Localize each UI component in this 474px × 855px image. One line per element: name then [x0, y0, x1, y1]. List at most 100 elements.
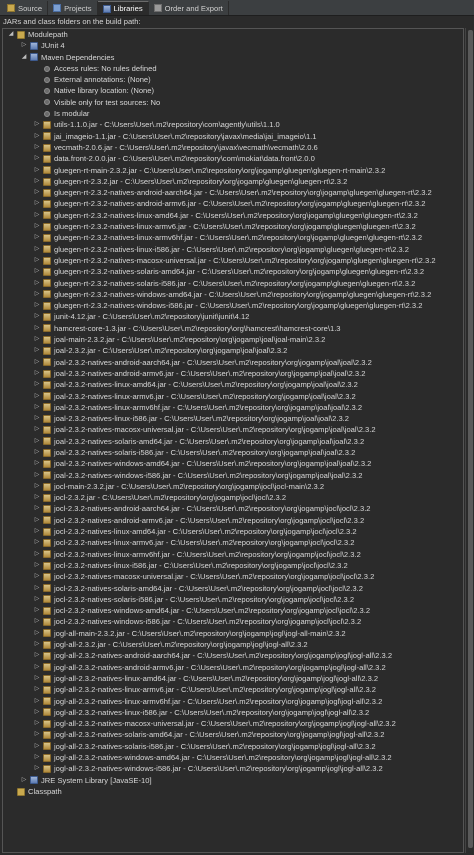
collapsed-arrow-icon[interactable]: ▷	[33, 550, 41, 558]
collapsed-arrow-icon[interactable]: ▷	[33, 347, 41, 355]
tree-row[interactable]: ▷ jocl-2.3.2-natives-windows-amd64.jar - …	[3, 605, 463, 616]
tree-row[interactable]: ▷ utils-1.1.0.jar - C:\Users\User\.m2\rep…	[3, 119, 463, 130]
tree-row[interactable]: ▷ jocl-2.3.2-natives-linux-armv6.jar - C:…	[3, 537, 463, 548]
collapsed-arrow-icon[interactable]: ▷	[33, 528, 41, 536]
tree-attribute-row[interactable]: External annotations: (None)	[3, 74, 463, 85]
collapsed-arrow-icon[interactable]: ▷	[33, 483, 41, 491]
collapsed-arrow-icon[interactable]: ▷	[33, 403, 41, 411]
tree-row[interactable]: ▷ joal-2.3.2.jar - C:\Users\User\.m2\repo…	[3, 345, 463, 356]
tree-row[interactable]: ▷ gluegen-rt-2.3.2-natives-linux-amd64.ja…	[3, 210, 463, 221]
collapsed-arrow-icon[interactable]: ▷	[33, 189, 41, 197]
tree-row[interactable]: ▷ gluegen-rt-2.3.2-natives-solaris-i586.j…	[3, 278, 463, 289]
collapsed-arrow-icon[interactable]: ▷	[33, 178, 41, 186]
collapsed-arrow-icon[interactable]: ▷	[33, 494, 41, 502]
collapsed-arrow-icon[interactable]: ▷	[33, 324, 41, 332]
expanded-arrow-icon[interactable]: ◢	[20, 53, 28, 61]
collapsed-arrow-icon[interactable]: ▷	[33, 336, 41, 344]
tree-row[interactable]: ▷ jocl-2.3.2-natives-android-armv6.jar - …	[3, 515, 463, 526]
tab-projects[interactable]: Projects	[48, 1, 98, 15]
collapsed-arrow-icon[interactable]: ▷	[33, 415, 41, 423]
tree-row[interactable]: ▷ jogl-all-2.3.2-natives-solaris-i586.jar…	[3, 741, 463, 752]
collapsed-arrow-icon[interactable]: ▷	[33, 573, 41, 581]
collapsed-arrow-icon[interactable]: ▷	[33, 279, 41, 287]
tree-row[interactable]: ▷ gluegen-rt-2.3.2-natives-linux-armv6.ja…	[3, 221, 463, 232]
tree-row[interactable]: ▷ jocl-2.3.2-natives-macosx-universal.jar…	[3, 571, 463, 582]
collapsed-arrow-icon[interactable]: ▷	[33, 720, 41, 728]
collapsed-arrow-icon[interactable]: ▷	[33, 144, 41, 152]
tree-row[interactable]: ▷ jogl-all-2.3.2-natives-windows-amd64.ja…	[3, 752, 463, 763]
collapsed-arrow-icon[interactable]: ▷	[33, 731, 41, 739]
collapsed-arrow-icon[interactable]: ▷	[33, 200, 41, 208]
collapsed-arrow-icon[interactable]: ▷	[33, 426, 41, 434]
tree-row[interactable]: ▷ JRE System Library [JavaSE-10]	[3, 775, 463, 786]
tree-row[interactable]: ▷ joal-2.3.2-natives-solaris-i586.jar - C…	[3, 447, 463, 458]
collapsed-arrow-icon[interactable]: ▷	[33, 539, 41, 547]
tree-row[interactable]: ▷ gluegen-rt-2.3.2-natives-android-armv6.…	[3, 198, 463, 209]
tree-row[interactable]: ▷ joal-main-2.3.2.jar - C:\Users\User\.m2…	[3, 334, 463, 345]
tree-attribute-row[interactable]: Visible only for test sources: No	[3, 97, 463, 108]
tree-row[interactable]: ▷ jai_imageio-1.1.jar - C:\Users\User\.m2…	[3, 131, 463, 142]
collapsed-arrow-icon[interactable]: ▷	[33, 121, 41, 129]
tree-attribute-row[interactable]: Is modular	[3, 108, 463, 119]
tree-row[interactable]: ▷ gluegen-rt-2.3.2-natives-android-aarch6…	[3, 187, 463, 198]
tree-row[interactable]: ▷ jogl-all-main-2.3.2.jar - C:\Users\User…	[3, 628, 463, 639]
tree-row[interactable]: ▷ gluegen-rt-2.3.2-natives-windows-amd64.…	[3, 289, 463, 300]
collapsed-arrow-icon[interactable]: ▷	[33, 166, 41, 174]
tree-row[interactable]: ▷ joal-2.3.2-natives-macosx-universal.jar…	[3, 424, 463, 435]
collapsed-arrow-icon[interactable]: ▷	[33, 302, 41, 310]
tree-row[interactable]: ▷ gluegen-rt-2.3.2-natives-macosx-univers…	[3, 255, 463, 266]
tree-row[interactable]: ▷ jogl-all-2.3.2-natives-linux-armv6hf.ja…	[3, 696, 463, 707]
collapsed-arrow-icon[interactable]: ▷	[33, 132, 41, 140]
tree-row[interactable]: ▷ gluegen-rt-2.3.2-natives-linux-armv6hf.…	[3, 232, 463, 243]
tree-row[interactable]: ▷ jogl-all-2.3.2-natives-macosx-universal…	[3, 718, 463, 729]
collapsed-arrow-icon[interactable]: ▷	[33, 562, 41, 570]
tree-row[interactable]: ▷ jogl-all-2.3.2-natives-linux-armv6.jar …	[3, 684, 463, 695]
collapsed-arrow-icon[interactable]: ▷	[33, 595, 41, 603]
collapsed-arrow-icon[interactable]: ▷	[33, 460, 41, 468]
collapsed-arrow-icon[interactable]: ▷	[33, 686, 41, 694]
tree-row[interactable]: ▷ joal-2.3.2-natives-linux-i586.jar - C:\…	[3, 413, 463, 424]
tree-row[interactable]: ▷ jocl-2.3.2-natives-windows-i586.jar - C…	[3, 616, 463, 627]
collapsed-arrow-icon[interactable]: ▷	[33, 629, 41, 637]
collapsed-arrow-icon[interactable]: ▷	[33, 370, 41, 378]
collapsed-arrow-icon[interactable]: ▷	[33, 313, 41, 321]
tree-row[interactable]: ▷ jogl-all-2.3.2-natives-android-armv6.ja…	[3, 662, 463, 673]
collapsed-arrow-icon[interactable]: ▷	[33, 211, 41, 219]
collapsed-arrow-icon[interactable]: ▷	[33, 245, 41, 253]
tree-row[interactable]: ▷ gluegen-rt-2.3.2-natives-linux-i586.jar…	[3, 244, 463, 255]
tree-row[interactable]: ▷ gluegen-rt-2.3.2-natives-windows-i586.j…	[3, 300, 463, 311]
collapsed-arrow-icon[interactable]: ▷	[33, 155, 41, 163]
tree-row[interactable]: ▷ vecmath-2.0.6.jar - C:\Users\User\.m2\r…	[3, 142, 463, 153]
collapsed-arrow-icon[interactable]: ▷	[33, 708, 41, 716]
collapsed-arrow-icon[interactable]: ▷	[33, 290, 41, 298]
tree-row[interactable]: ▷ data.front-2.0.0.jar - C:\Users\User\.m…	[3, 153, 463, 164]
tree-attribute-row[interactable]: Access rules: No rules defined	[3, 63, 463, 74]
collapsed-arrow-icon[interactable]: ▷	[33, 381, 41, 389]
tree-row[interactable]: ▷ jogl-all-2.3.2.jar - C:\Users\User\.m2\…	[3, 639, 463, 650]
collapsed-arrow-icon[interactable]: ▷	[33, 618, 41, 626]
collapsed-arrow-icon[interactable]: ▷	[20, 42, 28, 50]
collapsed-arrow-icon[interactable]: ▷	[33, 471, 41, 479]
tree-row[interactable]: ◢ Modulepath	[3, 29, 463, 40]
tree-row[interactable]: ▷ jocl-2.3.2-natives-linux-i586.jar - C:\…	[3, 560, 463, 571]
collapsed-arrow-icon[interactable]: ▷	[33, 641, 41, 649]
tree-row[interactable]: ▷ joal-2.3.2-natives-linux-amd64.jar - C:…	[3, 379, 463, 390]
collapsed-arrow-icon[interactable]: ▷	[33, 392, 41, 400]
collapsed-arrow-icon[interactable]: ▷	[33, 742, 41, 750]
collapsed-arrow-icon[interactable]: ▷	[33, 663, 41, 671]
tree-row[interactable]: ▷ joal-2.3.2-natives-windows-amd64.jar - …	[3, 458, 463, 469]
tree-row[interactable]: ▷ joal-2.3.2-natives-linux-armv6hf.jar - …	[3, 402, 463, 413]
tree-scrollbar[interactable]	[465, 28, 474, 853]
tree-row[interactable]: ▷ jocl-2.3.2.jar - C:\Users\User\.m2\repo…	[3, 492, 463, 503]
tree-row[interactable]: ▷ joal-2.3.2-natives-linux-armv6.jar - C:…	[3, 391, 463, 402]
collapsed-arrow-icon[interactable]: ▷	[33, 257, 41, 265]
tab-libraries[interactable]: Libraries	[97, 1, 149, 15]
tree-row[interactable]: ▷ jogl-all-2.3.2-natives-solaris-amd64.ja…	[3, 729, 463, 740]
collapsed-arrow-icon[interactable]: ▷	[33, 652, 41, 660]
tree-row[interactable]: ▷ gluegen-rt-2.3.2-natives-solaris-amd64.…	[3, 266, 463, 277]
collapsed-arrow-icon[interactable]: ▷	[33, 234, 41, 242]
tree-row[interactable]: ▷ joal-2.3.2-natives-android-armv6.jar - …	[3, 368, 463, 379]
tree-attribute-row[interactable]: Native library location: (None)	[3, 85, 463, 96]
expanded-arrow-icon[interactable]: ◢	[7, 31, 15, 39]
tree-row[interactable]: ▷ jocl-2.3.2-natives-linux-armv6hf.jar - …	[3, 549, 463, 560]
